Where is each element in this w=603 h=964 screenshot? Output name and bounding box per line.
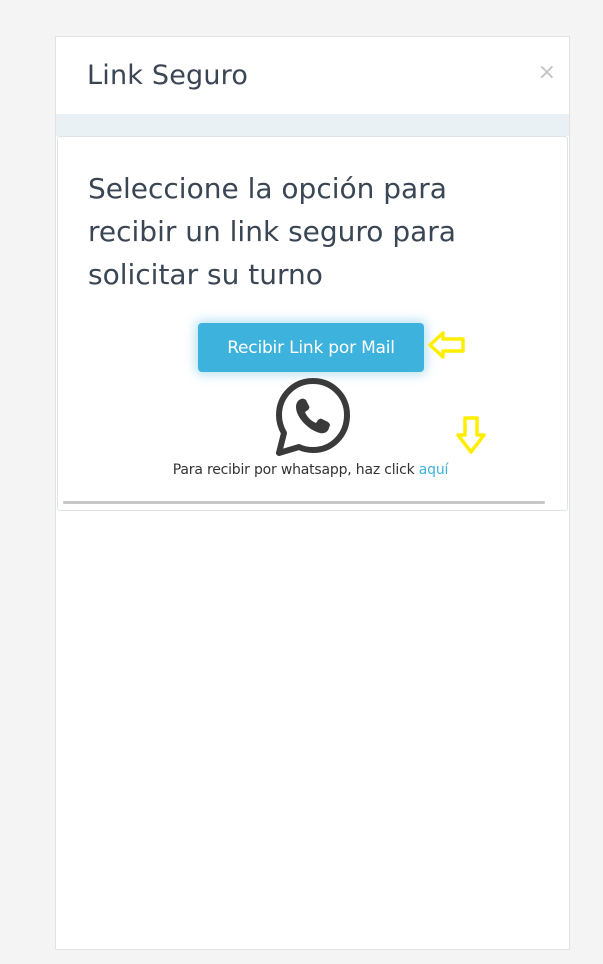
- header-divider-strip: [56, 114, 569, 136]
- link-seguro-modal: Link Seguro × Seleccione la opción para …: [55, 36, 570, 950]
- card-heading: Seleccione la opción para recibir un lin…: [88, 172, 456, 291]
- modal-title: Link Seguro: [87, 60, 249, 91]
- close-button[interactable]: ×: [538, 62, 556, 84]
- arrow-down-icon: [456, 416, 486, 454]
- arrow-left-icon: [428, 331, 465, 359]
- whatsapp-here-link[interactable]: aquí: [419, 462, 449, 478]
- modal-header: Link Seguro ×: [56, 37, 569, 114]
- option-card: Seleccione la opción para recibir un lin…: [57, 136, 568, 511]
- page: Link Seguro × Seleccione la opción para …: [0, 0, 603, 964]
- card-bottom-divider: [63, 501, 545, 504]
- whatsapp-instruction: Para recibir por whatsapp, haz click aqu…: [58, 462, 563, 478]
- whatsapp-icon[interactable]: [274, 377, 352, 457]
- receive-link-by-mail-button[interactable]: Recibir Link por Mail: [198, 323, 424, 372]
- whatsapp-instruction-text: Para recibir por whatsapp, haz click: [172, 462, 415, 478]
